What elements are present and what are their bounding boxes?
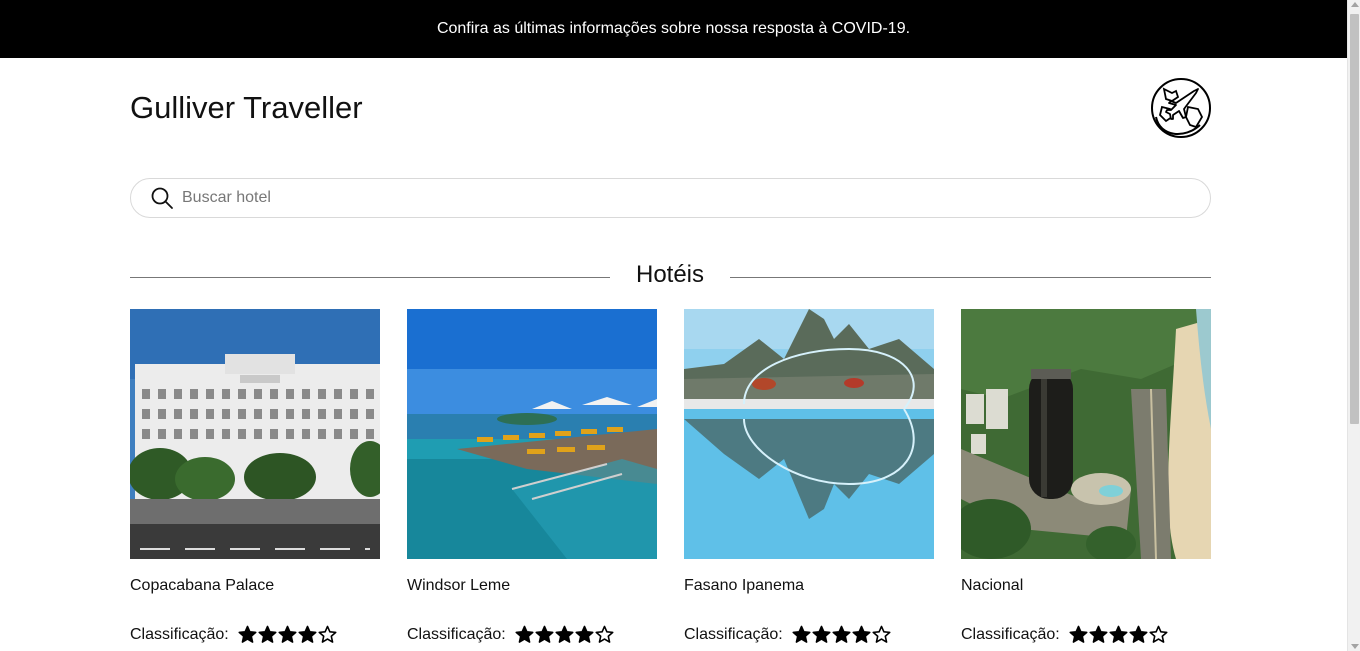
globe-plane-icon[interactable] xyxy=(1150,77,1212,139)
star-filled-icon xyxy=(1089,625,1108,643)
page-scrollbar[interactable] xyxy=(1347,0,1360,651)
covid-banner[interactable]: Confira as últimas informações sobre nos… xyxy=(0,0,1347,58)
star-filled-icon xyxy=(535,625,554,643)
rating-stars xyxy=(792,625,891,644)
search-input[interactable] xyxy=(182,189,1182,207)
star-filled-icon xyxy=(298,625,317,643)
star-empty-icon xyxy=(318,625,337,643)
hotel-card[interactable]: Windsor Leme Classificação: xyxy=(407,309,657,643)
hotels-section-header: Hotéis xyxy=(130,258,1211,294)
star-filled-icon xyxy=(575,625,594,643)
star-empty-icon xyxy=(1149,625,1168,643)
hotel-card[interactable]: Nacional Classificação: xyxy=(961,309,1211,643)
rating-label: Classificação: xyxy=(961,625,1060,643)
star-filled-icon xyxy=(1129,625,1148,643)
star-filled-icon xyxy=(852,625,871,643)
star-filled-icon xyxy=(1069,625,1088,643)
divider-right xyxy=(730,277,1211,278)
hotel-photo-nacional[interactable] xyxy=(961,309,1211,559)
star-filled-icon xyxy=(278,625,297,643)
hotel-card[interactable]: Copacabana Palace Classificação: xyxy=(130,309,380,643)
hotel-rating: Classificação: xyxy=(130,625,337,644)
star-filled-icon xyxy=(792,625,811,643)
star-filled-icon xyxy=(832,625,851,643)
divider-left xyxy=(130,277,610,278)
star-filled-icon xyxy=(258,625,277,643)
search-bar[interactable] xyxy=(130,178,1211,218)
rating-stars xyxy=(238,625,337,644)
hotel-name[interactable]: Nacional xyxy=(961,577,1023,595)
rating-label: Classificação: xyxy=(684,625,783,643)
hotel-name[interactable]: Copacabana Palace xyxy=(130,577,274,595)
search-icon[interactable] xyxy=(150,186,174,210)
scroll-down-arrow-icon[interactable] xyxy=(1351,644,1359,649)
hotel-name[interactable]: Fasano Ipanema xyxy=(684,577,804,595)
hotel-photo-copacabana-palace[interactable] xyxy=(130,309,380,559)
rating-label: Classificação: xyxy=(407,625,506,643)
section-title: Hotéis xyxy=(635,261,705,288)
covid-banner-text[interactable]: Confira as últimas informações sobre nos… xyxy=(437,20,910,38)
hotel-photo-fasano-ipanema[interactable] xyxy=(684,309,934,559)
star-filled-icon xyxy=(515,625,534,643)
hotel-rating: Classificação: xyxy=(684,625,891,644)
star-filled-icon xyxy=(555,625,574,643)
star-filled-icon xyxy=(1109,625,1128,643)
rating-stars xyxy=(515,625,614,644)
rating-label: Classificação: xyxy=(130,625,229,643)
hotel-rating: Classificação: xyxy=(407,625,614,644)
rating-stars xyxy=(1069,625,1168,644)
site-title[interactable]: Gulliver Traveller xyxy=(130,90,363,126)
star-empty-icon xyxy=(872,625,891,643)
hotel-photo-windsor-leme[interactable] xyxy=(407,309,657,559)
scroll-up-arrow-icon[interactable] xyxy=(1351,2,1359,7)
star-filled-icon xyxy=(238,625,257,643)
scroll-thumb[interactable] xyxy=(1350,14,1359,424)
hotel-rating: Classificação: xyxy=(961,625,1168,644)
hotel-name[interactable]: Windsor Leme xyxy=(407,577,510,595)
star-empty-icon xyxy=(595,625,614,643)
star-filled-icon xyxy=(812,625,831,643)
hotel-card[interactable]: Fasano Ipanema Classificação: xyxy=(684,309,934,643)
